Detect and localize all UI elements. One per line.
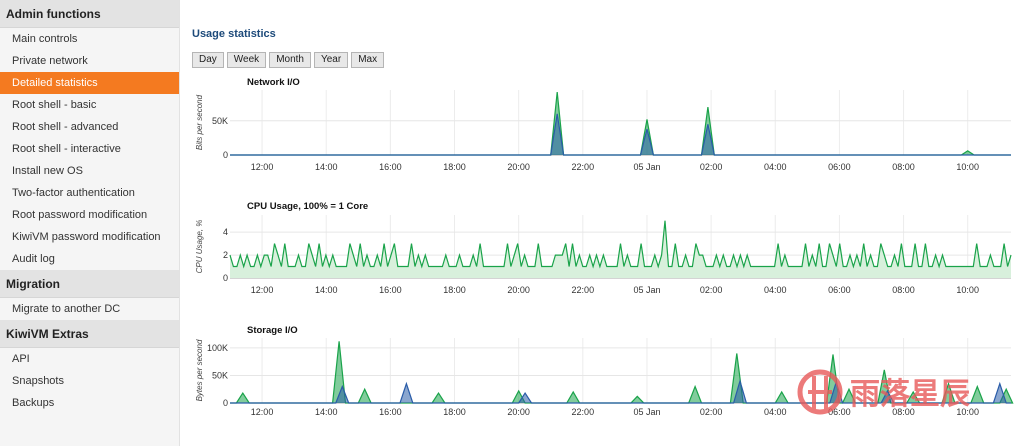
sidebar-item-private-network[interactable]: Private network xyxy=(0,50,179,72)
chart2-series-green-fill xyxy=(230,220,1011,278)
sidebar-item-root-password-modification[interactable]: Root password modification xyxy=(0,204,179,226)
watermark-mark xyxy=(808,376,832,410)
watermark-logo: 雨落星辰 xyxy=(797,369,970,415)
chart1-x-tick-label: 18:00 xyxy=(443,162,466,172)
chart3-x-tick-label: 16:00 xyxy=(379,407,402,417)
chart3-x-tick-label: 20:00 xyxy=(507,407,530,417)
chart1-y-axis-label: Bits per second xyxy=(195,94,204,150)
sidebar-item-detailed-statistics[interactable]: Detailed statistics xyxy=(0,72,179,94)
sidebar-section-kiwivm-extras: KiwiVM Extras xyxy=(0,320,179,348)
chart1-title: Network I/O xyxy=(247,77,300,88)
sidebar-item-api[interactable]: API xyxy=(0,348,179,370)
chart3-x-tick-label: 12:00 xyxy=(251,407,274,417)
sidebar-item-root-shell-advanced[interactable]: Root shell - advanced xyxy=(0,116,179,138)
chart3-y-axis-label: Bytes per second xyxy=(195,339,204,401)
sidebar-item-install-new-os[interactable]: Install new OS xyxy=(0,160,179,182)
chart1-x-tick-label: 02:00 xyxy=(700,162,723,172)
chart1-x-tick-label: 20:00 xyxy=(507,162,530,172)
chart3-title: Storage I/O xyxy=(247,325,298,336)
chart1-x-tick-label: 04:00 xyxy=(764,162,787,172)
chart2-x-tick-label: 06:00 xyxy=(828,285,851,295)
chart3-x-tick-label: 04:00 xyxy=(764,407,787,417)
chart1-x-tick-label: 16:00 xyxy=(379,162,402,172)
sidebar-item-root-shell-interactive[interactable]: Root shell - interactive xyxy=(0,138,179,160)
chart3-x-tick-label: 14:00 xyxy=(315,407,338,417)
chart2-x-tick-label: 12:00 xyxy=(251,285,274,295)
sidebar-item-root-shell-basic[interactable]: Root shell - basic xyxy=(0,94,179,116)
sidebar-item-main-controls[interactable]: Main controls xyxy=(0,28,179,50)
chart2-x-tick-label: 08:00 xyxy=(892,285,915,295)
chart2-y-tick-label: 0 xyxy=(223,273,228,283)
chart1-series-green-line xyxy=(230,92,1011,156)
chart3-y-tick-label: 50K xyxy=(212,370,228,380)
chart2-x-tick-label: 22:00 xyxy=(572,285,595,295)
chart1-x-tick-label: 06:00 xyxy=(828,162,851,172)
charts-area: Network I/O 0 50K Bits per second 12:00 14:00… xyxy=(195,77,1014,417)
chart1-x-tick-label: 14:00 xyxy=(315,162,338,172)
chart1-x-tick-label: 12:00 xyxy=(251,162,274,172)
chart1-series-green-fill xyxy=(230,92,1011,155)
sidebar: Admin functions Main controls Private netw… xyxy=(0,0,180,446)
sidebar-item-audit-log[interactable]: Audit log xyxy=(0,248,179,270)
chart1-y-tick-label: 0 xyxy=(223,150,228,160)
chart3-y-tick-label: 0 xyxy=(223,398,228,408)
chart1-series-blue-line xyxy=(230,113,1011,156)
chart2-y-tick-label: 4 xyxy=(223,227,228,237)
sidebar-item-snapshots[interactable]: Snapshots xyxy=(0,370,179,392)
chart1-x-tick-label: 05 Jan xyxy=(633,162,660,172)
chart1-x-tick-label: 08:00 xyxy=(892,162,915,172)
watermark-text: 雨落星辰 xyxy=(850,378,970,411)
chart2-x-tick-label: 18:00 xyxy=(443,285,466,295)
chart2-x-tick-label: 14:00 xyxy=(315,285,338,295)
chart1-x-tick-label: 22:00 xyxy=(572,162,595,172)
sidebar-section-admin-functions: Admin functions xyxy=(0,0,179,28)
chart2-x-tick-label: 10:00 xyxy=(956,285,979,295)
chart1-y-tick-label: 50K xyxy=(212,116,228,126)
chart3-x-tick-label: 05 Jan xyxy=(633,407,660,417)
sidebar-item-migrate-to-another-dc[interactable]: Migrate to another DC xyxy=(0,298,179,320)
sidebar-item-two-factor-authentication[interactable]: Two-factor authentication xyxy=(0,182,179,204)
sidebar-section-migration: Migration xyxy=(0,270,179,298)
main-panel: Usage statistics Day Week Month Year Max Net… xyxy=(180,0,1024,446)
chart2-y-tick-label: 2 xyxy=(223,250,228,260)
chart3-x-tick-label: 02:00 xyxy=(700,407,723,417)
chart1-series-blue-fill xyxy=(230,113,1011,155)
chart2-x-tick-label: 05 Jan xyxy=(633,285,660,295)
chart2-x-tick-label: 02:00 xyxy=(700,285,723,295)
chart2-title: CPU Usage, 100% = 1 Core xyxy=(247,201,368,212)
chart2-x-tick-label: 04:00 xyxy=(764,285,787,295)
chart3-x-tick-label: 22:00 xyxy=(572,407,595,417)
chart1-x-tick-label: 10:00 xyxy=(956,162,979,172)
chart2-y-axis-label: CPU Usage, % xyxy=(195,220,204,274)
sidebar-item-backups[interactable]: Backups xyxy=(0,392,179,414)
chart2-x-tick-label: 20:00 xyxy=(507,285,530,295)
chart2-x-tick-label: 16:00 xyxy=(379,285,402,295)
sidebar-item-kiwivm-password-modification[interactable]: KiwiVM password modification xyxy=(0,226,179,248)
chart3-y-tick-label: 100K xyxy=(207,343,228,353)
chart3-x-tick-label: 18:00 xyxy=(443,407,466,417)
